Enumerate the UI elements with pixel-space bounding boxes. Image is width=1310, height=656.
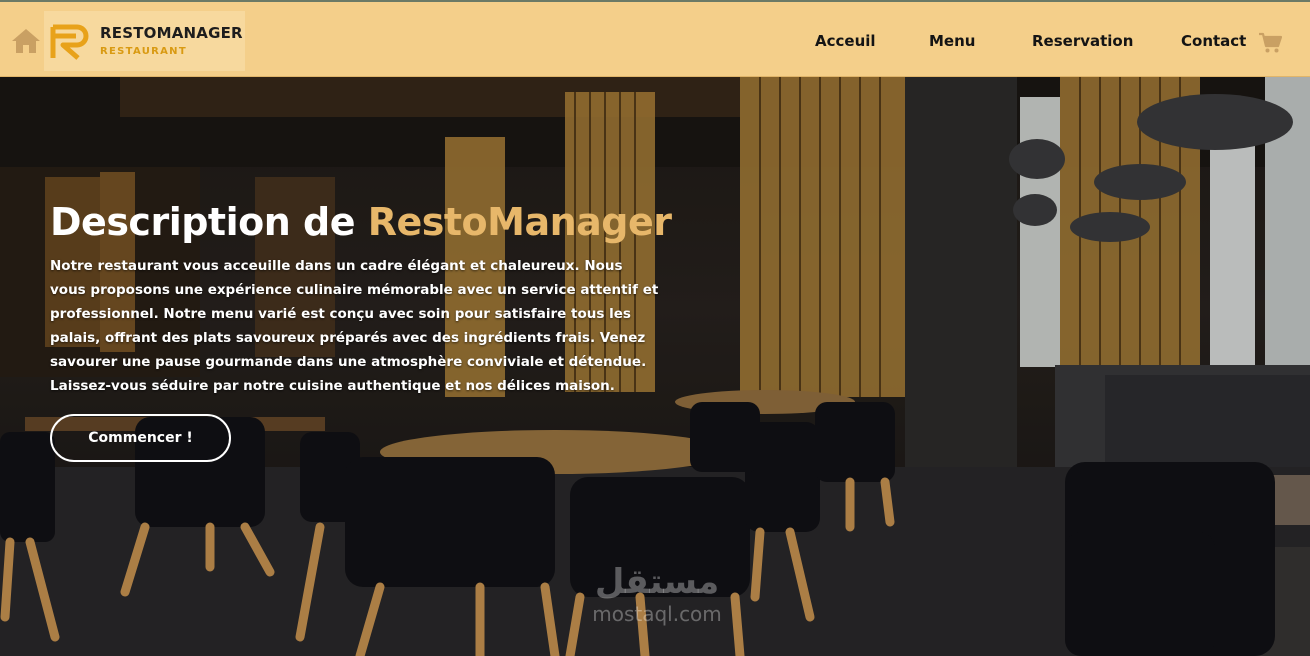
nav-contact[interactable]: Contact — [1181, 32, 1246, 50]
brand-title: RESTOMANAGER — [100, 24, 243, 42]
hero-content: Description de RestoManager Notre restau… — [50, 200, 672, 398]
shopping-cart-icon[interactable] — [1258, 32, 1283, 54]
home-icon[interactable] — [10, 27, 42, 55]
hero-title: Description de RestoManager — [50, 200, 672, 246]
restomanager-logo-mark-icon — [50, 24, 89, 60]
hero-description: Notre restaurant vous acceuille dans un … — [50, 257, 659, 394]
hero-title-prefix: Description de — [50, 200, 368, 244]
hero-section: Description de RestoManager Notre restau… — [0, 77, 1310, 656]
nav-menu[interactable]: Menu — [929, 32, 975, 50]
hero-title-accent: RestoManager — [367, 200, 672, 244]
nav-reservation[interactable]: Reservation — [1032, 32, 1133, 50]
watermark-arabic: مستقل — [594, 562, 720, 602]
nav-acceuil[interactable]: Acceuil — [815, 32, 876, 50]
start-button[interactable]: Commencer ! — [50, 414, 231, 462]
top-navbar: RESTOMANAGER RESTAURANT Acceuil Menu Res… — [0, 0, 1310, 77]
brand-logo[interactable]: RESTOMANAGER RESTAURANT — [44, 11, 245, 71]
watermark: مستقل mostaql.com — [572, 562, 742, 642]
brand-subtitle: RESTAURANT — [100, 46, 187, 57]
watermark-latin: mostaql.com — [592, 602, 722, 626]
